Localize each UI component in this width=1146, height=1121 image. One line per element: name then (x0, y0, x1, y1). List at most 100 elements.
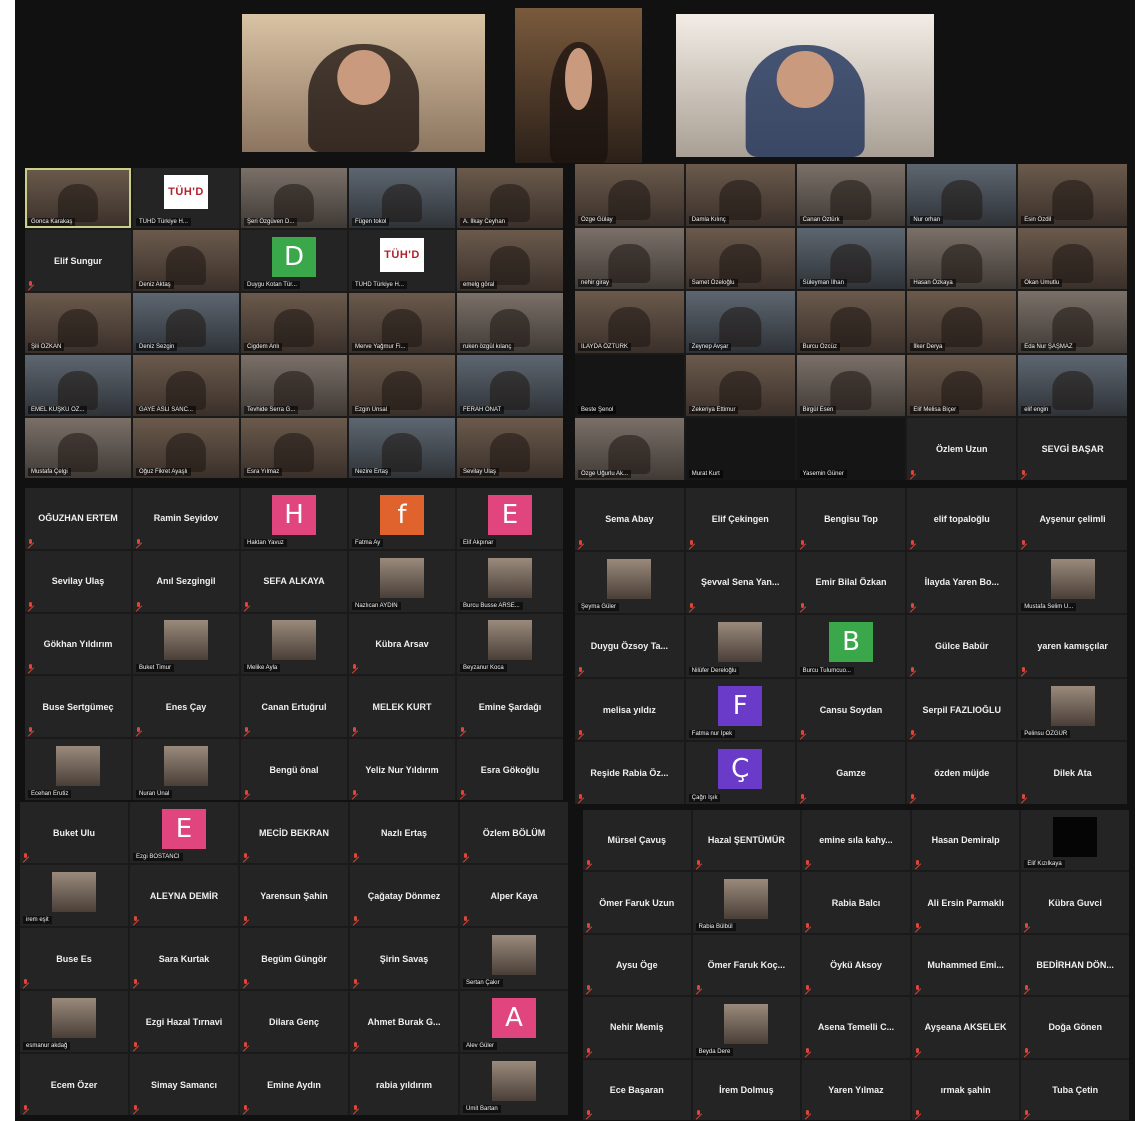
participant-tile[interactable]: Yaren Yılmaz (802, 1059, 910, 1120)
participant-tile[interactable]: Şirin Savaş (350, 928, 458, 989)
participant-tile[interactable]: Nehir Memiş (583, 997, 691, 1058)
participant-tile[interactable]: Ayşeana AKSELEK (911, 997, 1020, 1058)
participant-tile[interactable]: Ç Çağrı Işık (685, 742, 795, 804)
participant-tile[interactable]: Deniz Sezgin (133, 292, 239, 354)
participant-tile[interactable]: nehir giray (575, 227, 684, 290)
participant-tile[interactable]: Kübra Arsav (349, 613, 455, 675)
participant-tile[interactable]: özden müjde (907, 742, 1017, 804)
participant-tile[interactable]: Rabia Balcı (802, 872, 910, 933)
participant-tile[interactable]: Gamze (796, 742, 906, 804)
participant-tile[interactable]: Şeri Özgüven D... (241, 168, 347, 229)
participant-tile[interactable]: Yeliz Nur Yıldırım (349, 739, 455, 800)
participant-tile[interactable]: Gonca Karakaş (25, 168, 131, 229)
participant-tile[interactable]: Mürsel Çavuş (583, 810, 691, 871)
participant-tile[interactable]: ALEYNA DEMİR (130, 865, 238, 926)
participant-tile[interactable]: Yarensun Şahin (240, 865, 348, 926)
participant-tile[interactable]: Şili ÖZKAN (25, 292, 131, 354)
participant-tile[interactable]: Serpil FAZLIOĞLU (907, 678, 1017, 741)
participant-tile[interactable]: Ömer Faruk Uzun (583, 872, 691, 933)
participant-tile[interactable]: A Alev Güler (460, 991, 568, 1052)
speaker-video-3[interactable] (676, 14, 934, 157)
participant-tile[interactable]: Sevilay Ulaş (457, 417, 563, 478)
participant-tile[interactable]: İrem Dolmuş (692, 1059, 801, 1120)
participant-tile[interactable]: Alper Kaya (460, 865, 568, 926)
participant-tile[interactable]: Elif Sungur (25, 230, 131, 291)
participant-tile[interactable]: esmanur akdağ (20, 991, 128, 1052)
participant-tile[interactable]: emine sıla kahy... (802, 810, 910, 871)
participant-tile[interactable]: Süleyman İlhan (796, 227, 906, 290)
participant-tile[interactable]: f Fatma Ay (349, 488, 455, 549)
participant-tile[interactable]: Cansu Soydan (796, 678, 906, 741)
participant-tile[interactable]: Ezgin Ünsal (349, 355, 455, 416)
participant-tile[interactable]: Nuran Ünal (133, 739, 239, 800)
participant-tile[interactable]: Mustafa Çelgi (25, 417, 131, 478)
participant-tile[interactable]: H Haktan Yavuz (241, 488, 347, 549)
participant-tile[interactable]: Cigdem Anlı (241, 292, 347, 354)
participant-tile[interactable]: Tuba Çetin (1021, 1059, 1129, 1120)
participant-tile[interactable]: Pelinsu ÖZGÜR (1018, 678, 1127, 741)
participant-tile[interactable]: E Elif Akpınar (457, 488, 563, 549)
participant-tile[interactable]: MELEK KURT (349, 676, 455, 738)
participant-tile[interactable]: rabia yıldırım (350, 1054, 458, 1115)
participant-tile[interactable]: Ahmet Burak G... (350, 991, 458, 1052)
participant-tile[interactable]: Bengisu Top (796, 488, 906, 550)
participant-tile[interactable]: Ömer Faruk Koç... (692, 934, 801, 996)
participant-tile[interactable]: A. İlkay Ceyhan (457, 168, 563, 229)
participant-tile[interactable]: B Burcu Tulumcuo... (796, 615, 906, 677)
participant-tile[interactable]: Asena Temelli C... (802, 997, 910, 1058)
participant-tile[interactable]: İLAYDA ÖZTÜRK (575, 291, 684, 353)
participant-tile[interactable]: Hasan Özkaya (907, 227, 1017, 290)
participant-tile[interactable]: Elif Çekingen (685, 488, 795, 550)
participant-tile[interactable]: Dilek Ata (1018, 742, 1127, 804)
participant-tile[interactable]: Sertan Çakır (460, 928, 568, 989)
participant-tile[interactable]: melisa yıldız (575, 678, 684, 741)
participant-tile[interactable]: Şevval Sena Yan... (685, 551, 795, 614)
participant-tile[interactable]: TÜH'D TÜHD Türkiye H... (349, 230, 455, 291)
participant-tile[interactable]: Esin Özdil (1018, 164, 1127, 226)
participant-tile[interactable]: Ece Başaran (583, 1059, 691, 1120)
participant-tile[interactable]: Deniz Aktaş (133, 230, 239, 291)
participant-tile[interactable]: Fügen tokol (349, 168, 455, 229)
participant-tile[interactable]: ırmak şahin (911, 1059, 1020, 1120)
participant-tile[interactable]: Şeyma Güler (575, 551, 684, 614)
participant-tile[interactable]: Buket Ulu (20, 802, 128, 863)
participant-tile[interactable]: Burcu Özcüz (796, 291, 906, 353)
participant-tile[interactable]: irem eşit (20, 865, 128, 926)
participant-tile[interactable]: Ümit Bartan (460, 1054, 568, 1115)
participant-tile[interactable]: Nazlı Ertaş (350, 802, 458, 863)
participant-tile[interactable]: Nilüfer Dereloğlu (685, 615, 795, 677)
participant-tile[interactable]: Nezire Ertaş (349, 417, 455, 478)
participant-tile[interactable]: Canan Ertuğrul (241, 676, 347, 738)
participant-tile[interactable]: elif topaloğlu (907, 488, 1017, 550)
participant-tile[interactable]: Merve Yağmur Fi... (349, 292, 455, 354)
participant-tile[interactable]: Okan Umutlu (1018, 227, 1127, 290)
participant-tile[interactable]: BEDİRHAN DÖN... (1021, 934, 1129, 996)
participant-tile[interactable]: elif engin (1018, 354, 1127, 417)
participant-tile[interactable]: Enes Çay (133, 676, 239, 738)
participant-tile[interactable]: F Fatma nur İpek (685, 678, 795, 741)
participant-tile[interactable]: Sema Abay (575, 488, 684, 550)
participant-tile[interactable]: Melike Ayla (241, 613, 347, 675)
participant-tile[interactable]: Begüm Güngör (240, 928, 348, 989)
participant-tile[interactable]: Esra Yılmaz (241, 417, 347, 478)
participant-tile[interactable]: Canan Öztürk (796, 164, 906, 226)
participant-tile[interactable]: Elif Melisa Biçer (907, 354, 1017, 417)
participant-tile[interactable]: Nur orhan (907, 164, 1017, 226)
participant-tile[interactable]: SEFA ALKAYA (241, 550, 347, 612)
participant-tile[interactable]: OĞUZHAN ERTEM (25, 488, 131, 549)
participant-tile[interactable]: Özlem Uzun (907, 418, 1017, 480)
participant-tile[interactable]: Sevilay Ulaş (25, 550, 131, 612)
participant-tile[interactable]: Tevhide Serra G... (241, 355, 347, 416)
participant-tile[interactable]: MECİD BEKRAN (240, 802, 348, 863)
participant-tile[interactable]: Kübra Guvci (1021, 872, 1129, 933)
participant-tile[interactable]: Buse Sertgümeç (25, 676, 131, 738)
participant-tile[interactable]: Ramin Seyidov (133, 488, 239, 549)
participant-tile[interactable]: Çağatay Dönmez (350, 865, 458, 926)
participant-tile[interactable]: Özge Gülay (575, 164, 684, 226)
participant-tile[interactable]: Ezgi Hazal Tırnavi (130, 991, 238, 1052)
participant-tile[interactable]: Bengü önal (241, 739, 347, 800)
participant-tile[interactable]: Gülce Babür (907, 615, 1017, 677)
participant-tile[interactable]: Oğuz Fikret Ayaşlı (133, 417, 239, 478)
participant-tile[interactable]: Beste Şenol (575, 354, 684, 417)
participant-tile[interactable]: Ayşenur çelimli (1018, 488, 1127, 550)
